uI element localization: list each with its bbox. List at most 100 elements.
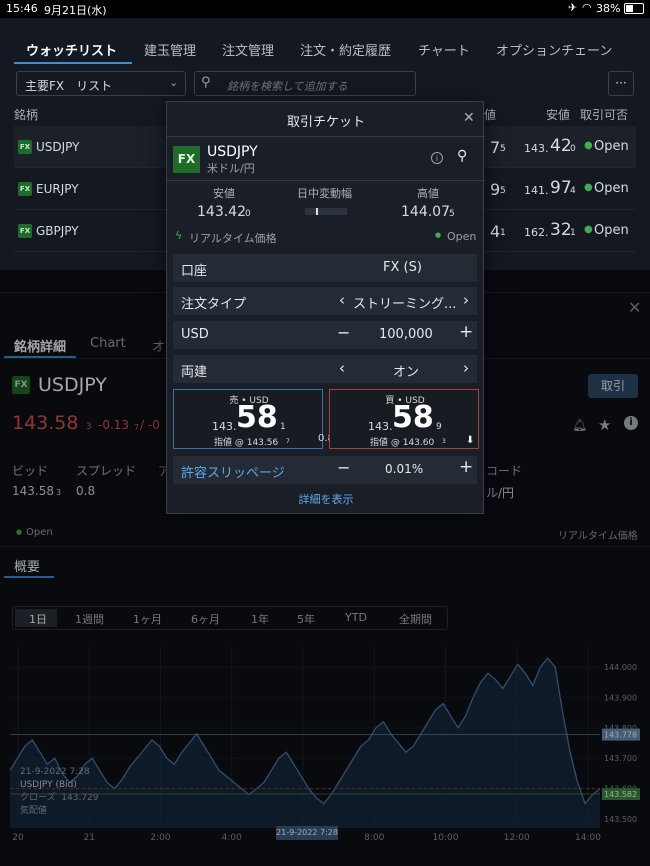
open-dot-icon: ● xyxy=(584,182,593,193)
tab-positions[interactable]: 建玉管理 xyxy=(144,40,196,59)
row-low-sub: 0 xyxy=(570,144,576,154)
row-symbol: USDJPY xyxy=(36,140,80,154)
details-link[interactable]: 詳細を表示 xyxy=(167,491,485,507)
ticket-realtime: リアルタイム価格 xyxy=(189,232,277,245)
tab-orders[interactable]: 注文管理 xyxy=(222,40,274,59)
row-low-sub: 1 xyxy=(570,228,576,238)
row-value: 4 xyxy=(490,222,501,241)
buy-sub: 9 xyxy=(436,422,442,432)
buy-button[interactable]: 買 • USD 143. 58 9 指値 @ 143.60 3 ⬇ xyxy=(329,389,479,449)
divider xyxy=(167,180,485,181)
buy-big: 58 xyxy=(392,400,434,435)
chevron-left-icon[interactable]: ‹ xyxy=(339,359,345,377)
col-value: 値 xyxy=(484,108,497,122)
row-status: Open xyxy=(594,223,629,238)
order-type-row[interactable]: 注文タイプ ‹ ストリーミング... › xyxy=(173,287,477,315)
row-value: 9 xyxy=(490,180,501,199)
sell-limit: 指値 @ 143.56 xyxy=(214,438,279,448)
row-value: 7 xyxy=(490,138,501,157)
order-type-value: ストリーミング... xyxy=(353,297,457,312)
sell-big: 58 xyxy=(236,400,278,435)
plus-icon[interactable]: + xyxy=(459,457,473,477)
fx-badge: FX xyxy=(173,146,200,173)
tab-underline xyxy=(14,62,132,64)
slippage-value[interactable]: 0.01% xyxy=(385,462,423,476)
col-tradable: 取引可否 xyxy=(580,108,629,122)
ticket-high-sub: 5 xyxy=(449,209,455,219)
order-type-label: 注文タイプ xyxy=(181,297,247,312)
ticket-title: 取引チケット xyxy=(286,115,365,130)
row-symbol: GBPJPY xyxy=(36,224,79,238)
col-low: 安値 xyxy=(546,108,571,122)
status-time: 15:46 xyxy=(6,2,38,15)
account-row[interactable]: 口座 FX (S) xyxy=(173,254,477,282)
buy-prefix: 143. xyxy=(368,420,393,433)
ticket-low-sub: 0 xyxy=(245,209,251,219)
row-status: Open xyxy=(594,139,629,154)
minus-icon[interactable]: − xyxy=(337,458,350,477)
open-dot-icon: ● xyxy=(584,140,593,151)
row-low-big: 32 xyxy=(550,220,572,240)
slippage-label[interactable]: 許容スリッページ xyxy=(181,462,285,481)
tab-options[interactable]: オプションチェーン xyxy=(496,40,612,59)
account-label: 口座 xyxy=(181,264,208,279)
buy-limit: 指値 @ 143.60 xyxy=(370,438,435,448)
row-value-sub: 5 xyxy=(500,186,506,196)
search-box[interactable]: ⚲ 銘柄を検索して追加する xyxy=(194,71,416,96)
more-button[interactable]: ··· xyxy=(608,71,634,96)
range-marker xyxy=(316,208,318,215)
battery-percent: 38% xyxy=(596,2,621,15)
status-bar: 15:46 9月21日(水) ✈ ◠ 38% xyxy=(0,0,650,18)
trade-ticket-modal: 取引チケット ✕ FX USDJPY 米ドル/円 i ⚲ 安値 143.42 0… xyxy=(166,101,485,514)
arrow-down-icon: ⬇ xyxy=(466,435,475,446)
row-low-sub: 4 xyxy=(570,186,576,196)
airplane-icon: ✈ xyxy=(568,1,578,14)
row-value-sub: 1 xyxy=(500,228,506,238)
list-select-value: 主要FX リスト xyxy=(25,79,113,93)
tab-history[interactable]: 注文・約定履歴 xyxy=(300,40,391,59)
ticket-range-label: 日中変動幅 xyxy=(297,187,352,200)
range-bar xyxy=(305,208,347,215)
ticket-symbol-sub: 米ドル/円 xyxy=(207,162,255,175)
info-icon[interactable]: i xyxy=(431,152,443,164)
sell-button[interactable]: 売 • USD 143. 58 1 指値 @ 143.56 7 xyxy=(173,389,323,449)
plus-icon[interactable]: + xyxy=(459,322,473,342)
hedge-value: オン xyxy=(393,365,420,380)
amount-row[interactable]: USD − 100,000 + xyxy=(173,321,477,349)
search-input[interactable]: 銘柄を検索して追加する xyxy=(227,78,348,94)
fx-badge: FX xyxy=(18,224,32,238)
battery-icon xyxy=(624,3,644,14)
row-low-big: 97 xyxy=(550,178,572,198)
row-low-prefix: 162. xyxy=(524,226,549,239)
row-low-prefix: 141. xyxy=(524,184,549,197)
tab-chart[interactable]: チャート xyxy=(418,40,470,59)
chevron-right-icon[interactable]: › xyxy=(463,359,469,377)
close-icon[interactable]: ✕ xyxy=(463,110,475,126)
buy-limit-sub: 3 xyxy=(442,438,446,445)
minus-icon[interactable]: − xyxy=(337,323,350,342)
chevron-left-icon[interactable]: ‹ xyxy=(339,291,345,309)
sell-limit-sub: 7 xyxy=(286,438,290,445)
ticket-symbol: USDJPY xyxy=(207,144,258,160)
sell-sub: 1 xyxy=(280,422,286,432)
list-select[interactable]: 主要FX リスト ⌄ xyxy=(16,71,186,96)
wifi-icon: ◠ xyxy=(582,1,592,14)
search-icon: ⚲ xyxy=(201,75,211,90)
slippage-row[interactable]: 許容スリッページ − 0.01% + xyxy=(173,456,477,484)
chevron-right-icon[interactable]: › xyxy=(463,291,469,309)
ticket-open: Open xyxy=(447,230,477,243)
ticket-low-label: 安値 xyxy=(213,187,235,200)
amount-value[interactable]: 100,000 xyxy=(379,327,433,342)
fx-badge: FX xyxy=(18,140,32,154)
ticket-low-value: 143.42 xyxy=(197,204,246,220)
sell-prefix: 143. xyxy=(212,420,237,433)
search-icon[interactable]: ⚲ xyxy=(457,148,467,164)
lightning-icon: ϟ xyxy=(175,229,183,242)
row-symbol: EURJPY xyxy=(36,182,79,196)
fx-badge: FX xyxy=(18,182,32,196)
hedge-row[interactable]: 両建 ‹ オン › xyxy=(173,355,477,383)
divider xyxy=(167,136,485,137)
tab-watchlist[interactable]: ウォッチリスト xyxy=(26,40,117,59)
chevron-down-icon: ⌄ xyxy=(169,76,179,89)
open-dot-icon: ● xyxy=(435,231,442,239)
